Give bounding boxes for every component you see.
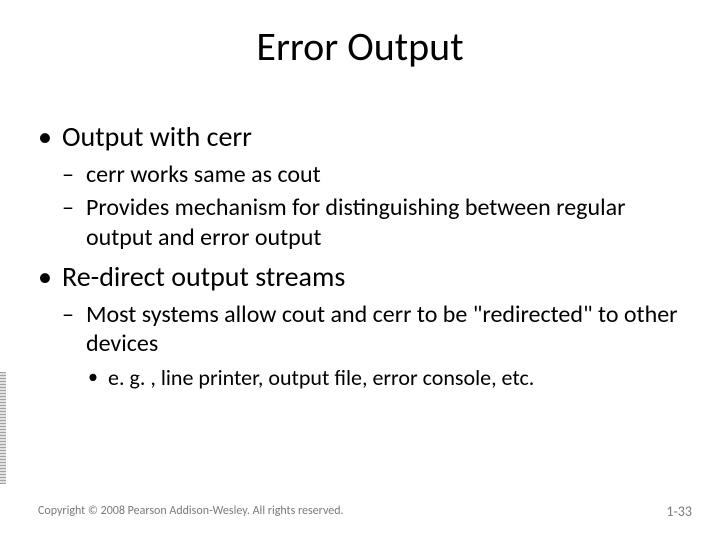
bullet-item: Output with cerr cerr works same as cout… — [38, 120, 682, 252]
sub-bullet-text: cerr works same as cout — [86, 160, 321, 189]
sub-bullet-text: Provides mechanism for distinguishing be… — [86, 193, 625, 251]
slide-body: Output with cerr cerr works same as cout… — [38, 120, 682, 399]
bullet-text: Re-direct output streams — [62, 259, 345, 294]
sub-sub-bullet-item: e. g. , line printer, output file, error… — [86, 365, 682, 392]
footer-copyright: Copyright © 2008 Pearson Addison-Wesley.… — [38, 504, 344, 518]
decorative-edge — [0, 372, 6, 484]
sub-bullet-item: Most systems allow cout and cerr to be "… — [62, 300, 682, 391]
sub-bullet-list: Most systems allow cout and cerr to be "… — [62, 300, 682, 391]
sub-sub-bullet-text: e. g. , line printer, output file, error… — [108, 364, 534, 391]
sub-bullet-list: cerr works same as cout Provides mechani… — [62, 160, 682, 252]
sub-bullet-item: cerr works same as cout — [62, 160, 682, 189]
footer-page-number: 1-33 — [666, 503, 692, 520]
bullet-text: Output with cerr — [62, 119, 252, 154]
slide-title: Error Output — [0, 22, 720, 71]
slide: Error Output Output with cerr cerr works… — [0, 0, 720, 540]
sub-bullet-text: Most systems allow cout and cerr to be "… — [86, 300, 678, 358]
sub-bullet-item: Provides mechanism for distinguishing be… — [62, 193, 682, 252]
sub-sub-bullet-list: e. g. , line printer, output file, error… — [86, 365, 682, 392]
bullet-list: Output with cerr cerr works same as cout… — [38, 120, 682, 391]
bullet-item: Re-direct output streams Most systems al… — [38, 260, 682, 392]
